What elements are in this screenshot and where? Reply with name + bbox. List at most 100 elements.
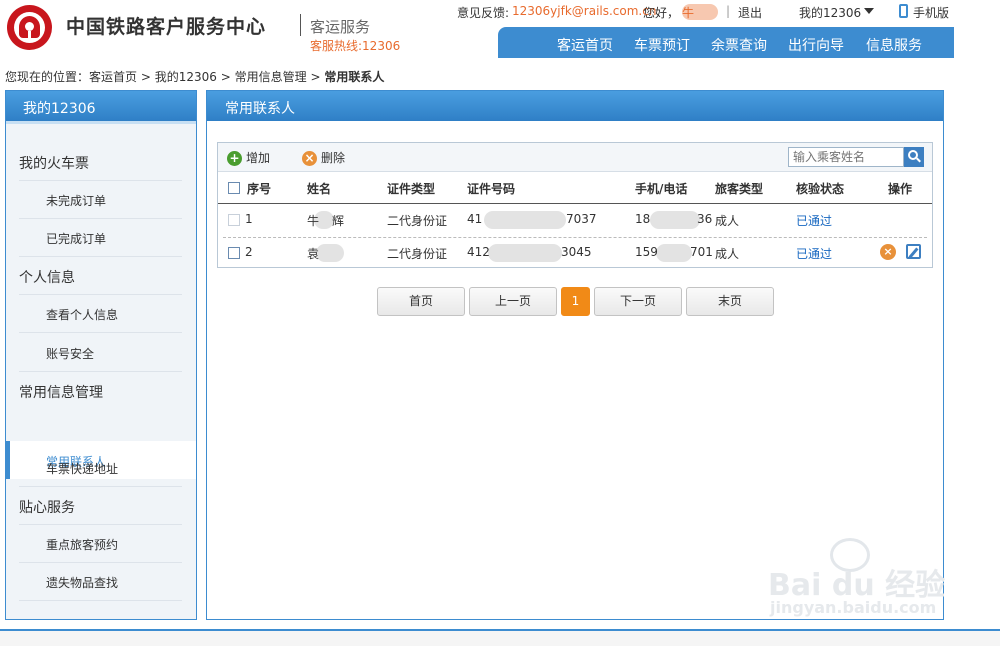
sidebar-item-delivery-address[interactable]: 车票快递地址 xyxy=(46,460,118,477)
sidebar-item-view-profile[interactable]: 查看个人信息 xyxy=(46,306,118,323)
sidebar-item-key-passenger[interactable]: 重点旅客预约 xyxy=(46,536,118,553)
row-checkbox[interactable] xyxy=(228,214,240,226)
sidebar-group-services[interactable]: 贴心服务 xyxy=(19,497,75,517)
add-button-label: 增加 xyxy=(246,151,271,165)
sidebar: 我的12306 我的火车票 未完成订单 已完成订单 个人信息 查看个人信息 账号… xyxy=(5,90,197,620)
my-account-link[interactable]: 我的12306 xyxy=(799,4,861,21)
nav-item-home[interactable]: 客运首页 xyxy=(557,35,613,55)
row-checkbox[interactable] xyxy=(228,247,240,259)
row-id-number: 41 xyxy=(467,212,483,226)
column-header-verify-status: 核验状态 xyxy=(796,182,845,196)
row-id-number: 412 xyxy=(467,245,490,259)
logout-link[interactable]: 退出 xyxy=(738,4,762,21)
nav-item-info[interactable]: 信息服务 xyxy=(866,35,922,55)
select-all-checkbox[interactable] xyxy=(228,182,240,194)
sidebar-divider xyxy=(19,218,182,219)
row-name: 袁 xyxy=(307,247,320,261)
column-header-no: 序号 xyxy=(247,182,272,196)
row-name-tail: 辉 xyxy=(332,214,345,228)
sidebar-item-lost-items[interactable]: 遗失物品查找 xyxy=(46,574,118,591)
row-id-type: 二代身份证 xyxy=(387,214,448,228)
sidebar-divider xyxy=(19,600,182,601)
privacy-mask xyxy=(484,211,566,229)
breadcrumb-sep: > xyxy=(140,70,151,84)
row-id-number-tail: 7037 xyxy=(566,212,597,226)
header: 中国铁路客户服务中心 客运服务 客服热线:12306 意见反馈: 12306yj… xyxy=(0,0,1000,58)
row-name: 牛 xyxy=(307,214,320,228)
sidebar-divider xyxy=(19,180,182,181)
row-no: 1 xyxy=(245,212,253,226)
row-id-type: 二代身份证 xyxy=(387,247,448,261)
row-phone-tail: 701 xyxy=(690,245,713,259)
column-header-passenger-type: 旅客类型 xyxy=(715,182,764,196)
top-bar: 意见反馈: 12306yjfk@rails.com.cn 您好， 牛 | 退出 … xyxy=(0,4,1000,20)
breadcrumb-item-manage[interactable]: 常用信息管理 xyxy=(235,70,307,84)
first-page-button[interactable]: 首页 xyxy=(377,287,465,316)
breadcrumb-item-my12306[interactable]: 我的12306 xyxy=(155,70,217,84)
breadcrumb-item-home[interactable]: 客运首页 xyxy=(89,70,137,84)
search-input[interactable] xyxy=(788,147,904,167)
search-button[interactable] xyxy=(904,147,924,167)
feedback-email-link[interactable]: 12306yjfk@rails.com.cn xyxy=(512,4,656,18)
column-header-id-type: 证件类型 xyxy=(387,182,436,196)
contacts-table-panel: +增加 ×删除 序号 姓名 证件类型 证件号码 手机/电话 旅客类型 核验状态 … xyxy=(217,142,933,268)
user-name-link[interactable]: 牛 xyxy=(682,4,694,21)
breadcrumb-prefix: 您现在的位置： xyxy=(5,70,90,84)
sidebar-item-account-security[interactable]: 账号安全 xyxy=(46,345,94,362)
page-title: 常用联系人 xyxy=(207,91,943,121)
table-toolbar: + 增加 × 删除 xyxy=(218,143,932,172)
next-page-button[interactable]: 下一页 xyxy=(594,287,682,316)
nav-item-booking[interactable]: 车票预订 xyxy=(634,35,690,55)
watermark: Bai du 经验 jingyan.baidu.com xyxy=(760,530,945,620)
sidebar-group-tickets[interactable]: 我的火车票 xyxy=(19,153,89,173)
breadcrumb-current: 常用联系人 xyxy=(324,70,385,84)
sidebar-item-finished-orders[interactable]: 已完成订单 xyxy=(46,230,106,247)
feedback-label: 意见反馈: xyxy=(457,6,510,20)
breadcrumb: 您现在的位置：客运首页 > 我的12306 > 常用信息管理 > 常用联系人 xyxy=(5,68,384,85)
sidebar-divider xyxy=(19,524,182,525)
greeting: 您好， xyxy=(643,6,680,20)
sidebar-menu: 我的火车票 未完成订单 已完成订单 个人信息 查看个人信息 账号安全 常用信息管… xyxy=(6,121,196,619)
row-divider xyxy=(223,237,927,238)
sidebar-divider xyxy=(19,294,182,295)
mobile-phone-icon xyxy=(899,4,908,18)
sidebar-divider xyxy=(19,486,182,487)
row-verify-status[interactable]: 已通过 xyxy=(796,212,832,229)
last-page-button[interactable]: 末页 xyxy=(686,287,774,316)
chevron-down-icon[interactable] xyxy=(864,8,874,14)
row-phone: 159 xyxy=(635,245,658,259)
footer-bar xyxy=(0,629,1000,646)
sidebar-group-manage[interactable]: 常用信息管理 xyxy=(19,382,103,402)
row-phone-tail: 36 xyxy=(697,212,713,226)
privacy-mask xyxy=(650,211,700,229)
privacy-mask xyxy=(316,244,344,262)
close-circle-icon: × xyxy=(302,151,317,166)
row-passenger-type: 成人 xyxy=(715,214,740,228)
add-button[interactable]: + 增加 xyxy=(227,149,270,166)
nav-item-guide[interactable]: 出行向导 xyxy=(788,35,844,55)
sidebar-title: 我的12306 xyxy=(6,91,196,121)
plus-icon: + xyxy=(227,151,242,166)
top-bar-divider: | xyxy=(726,4,731,18)
nav-item-remaining[interactable]: 余票查询 xyxy=(711,35,767,55)
sidebar-divider xyxy=(19,371,182,372)
prev-page-button[interactable]: 上一页 xyxy=(469,287,557,316)
edit-row-icon[interactable] xyxy=(906,244,921,259)
mobile-link[interactable]: 手机版 xyxy=(913,4,949,21)
row-passenger-type: 成人 xyxy=(715,247,740,261)
watermark-url: jingyan.baidu.com xyxy=(770,598,937,617)
row-id-number-tail: 3045 xyxy=(561,245,592,259)
row-no: 2 xyxy=(245,245,253,259)
current-page-button[interactable]: 1 xyxy=(561,287,590,316)
row-verify-status[interactable]: 已通过 xyxy=(796,245,832,262)
sidebar-divider xyxy=(19,332,182,333)
privacy-mask xyxy=(488,244,562,262)
delete-button[interactable]: × 删除 xyxy=(302,149,345,166)
column-header-phone: 手机/电话 xyxy=(635,182,688,196)
column-header-actions: 操作 xyxy=(888,182,913,196)
sidebar-item-unfinished-orders[interactable]: 未完成订单 xyxy=(46,192,106,209)
column-header-id-number: 证件号码 xyxy=(467,182,516,196)
breadcrumb-sep: > xyxy=(310,70,321,84)
delete-row-icon[interactable]: × xyxy=(880,244,896,260)
sidebar-group-personal[interactable]: 个人信息 xyxy=(19,267,75,287)
